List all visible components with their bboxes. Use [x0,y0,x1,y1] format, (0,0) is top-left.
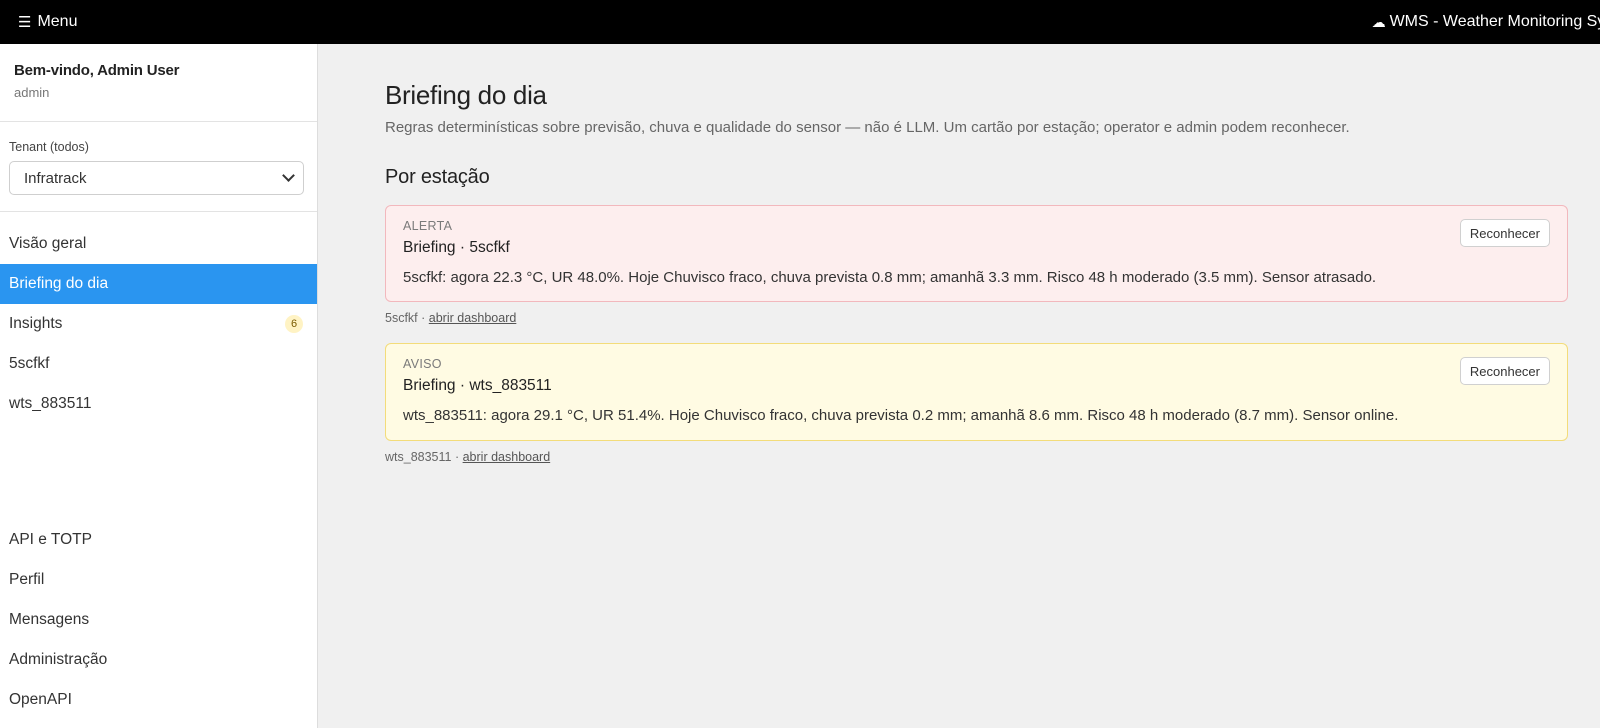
sidebar-item-label: Visão geral [9,235,87,252]
card-title: Briefing · 5scfkf [403,239,510,256]
sidebar-item-label: API e TOTP [9,531,92,548]
acknowledge-button[interactable]: Reconhecer [1459,357,1550,385]
open-dashboard-link[interactable]: abrir dashboard [429,311,517,325]
sidebar-item-label: Briefing do dia [9,275,109,292]
card-footer: wts_883511 · abrir dashboard [385,450,1568,464]
sidebar-item-label: 5scfkf [9,355,50,372]
sidebar-item-label: wts_883511 [9,395,92,412]
sidebar-item-briefing-do-dia[interactable]: Briefing do dia [0,264,317,304]
sidebar-nav-bottom: API e TOTP Perfil Mensagens Administraçã… [0,520,318,720]
footer-station: 5scfkf · [385,311,429,325]
open-dashboard-link[interactable]: abrir dashboard [463,450,551,464]
page-title: Briefing do dia [385,80,547,110]
insights-count-badge: 6 [285,315,303,333]
briefing-card-warning: AVISO Briefing · wts_883511 wts_883511: … [385,343,1568,441]
sidebar-item-insights[interactable]: Insights 6 [0,304,317,344]
briefing-card-alert: ALERTA Briefing · 5scfkf 5scfkf: agora 2… [385,205,1568,302]
footer-station: wts_883511 · [385,450,463,464]
sidebar-item-openapi[interactable]: OpenAPI [0,680,318,720]
sidebar-item-visao-geral[interactable]: Visão geral [0,224,317,264]
sidebar-item-label: Administração [9,651,108,668]
cloud-icon: ☁ [1371,13,1386,30]
menu-button[interactable]: ☰ Menu [0,0,77,44]
app-title: WMS - Weather Monitoring System [1389,13,1600,30]
tenant-select[interactable]: Infratrack [9,161,304,195]
sidebar-item-label: Mensagens [9,611,90,628]
sidebar-nav: Visão geral Briefing do dia Insights 6 5… [0,212,317,424]
sidebar-item-perfil[interactable]: Perfil [0,560,318,600]
user-block: Bem-vindo, Admin User admin [0,44,317,122]
sidebar-item-label: OpenAPI [9,691,72,708]
sidebar-item-api-totp[interactable]: API e TOTP [0,520,318,560]
sidebar-item-mensagens[interactable]: Mensagens [0,600,318,640]
acknowledge-button[interactable]: Reconhecer [1459,219,1550,247]
section-title: Por estação [385,166,490,188]
sidebar: Bem-vindo, Admin User admin Tenant (todo… [0,44,318,728]
card-title: Briefing · wts_883511 [403,377,552,394]
top-bar: ☰ Menu ☁ WMS - Weather Monitoring System [0,0,1600,44]
tenant-select-value: Infratrack [24,169,87,187]
sidebar-item-wts-883511[interactable]: wts_883511 [0,384,317,424]
user-role: admin [14,85,50,100]
page-subtitle: Regras determinísticas sobre previsão, c… [385,119,1350,136]
tenant-label: Tenant (todos) [9,140,89,154]
card-level: ALERTA [403,219,453,233]
card-body: wts_883511: agora 29.1 °C, UR 51.4%. Hoj… [403,407,1399,424]
card-footer: 5scfkf · abrir dashboard [385,311,1568,325]
sidebar-item-label: Perfil [9,571,45,588]
menu-label: Menu [37,13,78,30]
card-level: AVISO [403,357,442,371]
tenant-block: Tenant (todos) Infratrack [0,122,317,212]
sidebar-item-5scfkf[interactable]: 5scfkf [0,344,317,384]
chevron-down-icon [282,169,295,182]
sidebar-item-label: Insights [9,315,63,332]
card-body: 5scfkf: agora 22.3 °C, UR 48.0%. Hoje Ch… [403,269,1377,286]
sidebar-item-administracao[interactable]: Administração [0,640,318,680]
hamburger-icon: ☰ [18,14,32,31]
user-welcome: Bem-vindo, Admin User [14,62,180,79]
app-brand: ☁ WMS - Weather Monitoring System [1372,13,1600,31]
main-content: Briefing do dia Regras determinísticas s… [385,44,1568,464]
